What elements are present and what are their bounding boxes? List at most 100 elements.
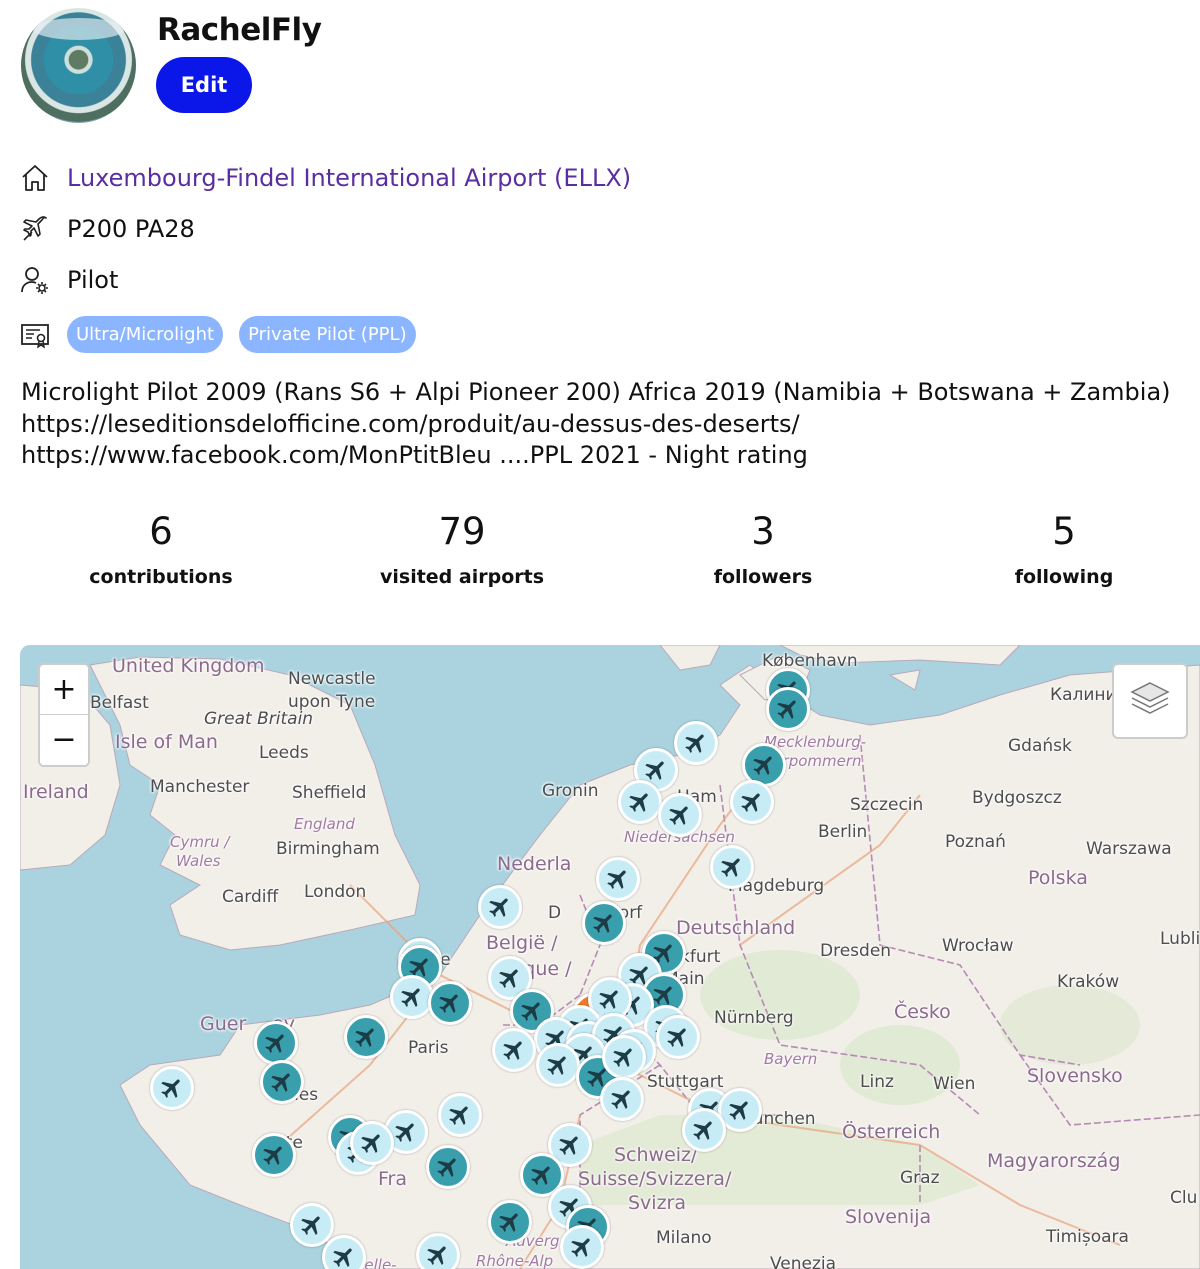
map-label: Wien (933, 1074, 976, 1094)
map-label: United Kingdom (112, 655, 265, 677)
stat-value: 3 (751, 510, 775, 553)
map-label: Newcastle (288, 669, 376, 689)
map-label: Slovensko (1027, 1065, 1123, 1087)
airport-marker[interactable] (260, 1060, 304, 1104)
stat-visited-airports[interactable]: 79 visited airports (312, 510, 612, 588)
airplane-icon (503, 1041, 522, 1060)
airplane-icon (721, 858, 740, 877)
stat-followers[interactable]: 3 followers (613, 510, 913, 588)
map-label: Slovenija (845, 1206, 932, 1228)
map-label: Belfast (90, 693, 149, 713)
home-airport-row: Luxembourg-Findel International Airport … (20, 163, 631, 193)
airplane-icon (613, 1048, 632, 1067)
airport-marker[interactable] (290, 1203, 334, 1247)
airplane-icon (301, 1216, 320, 1235)
stat-contributions[interactable]: 6 contributions (11, 510, 311, 588)
stat-value: 79 (438, 510, 486, 553)
map-label: Rhône-Alp (476, 1252, 554, 1269)
map-label: Magyarország (987, 1150, 1121, 1172)
zoom-out-button[interactable]: − (40, 715, 88, 765)
map-label: Nederla (497, 853, 572, 875)
airport-marker[interactable] (730, 780, 774, 824)
map-label: Berlin (818, 822, 868, 842)
zoom-in-button[interactable]: + (40, 665, 88, 715)
airport-marker[interactable] (150, 1066, 194, 1110)
airplane-icon (263, 1146, 282, 1165)
airport-marker[interactable] (344, 1015, 388, 1059)
airplane-icon (271, 1073, 290, 1092)
airport-map[interactable]: United Kingdom Belfast Newcastle upon Ty… (20, 645, 1200, 1269)
airplane-icon (265, 1034, 284, 1053)
airplane-icon (669, 806, 688, 825)
certificate-icon (20, 320, 50, 350)
airport-marker[interactable] (710, 845, 754, 889)
airport-marker[interactable] (618, 780, 662, 824)
map-label: Cardiff (222, 887, 279, 907)
airplane-icon (489, 898, 508, 917)
stat-label: visited airports (379, 566, 545, 588)
airport-marker[interactable] (252, 1133, 296, 1177)
airplane-icon (559, 1136, 578, 1155)
map-label: Schweiz/ (614, 1144, 698, 1166)
airplane-icon (449, 1106, 468, 1125)
stat-label: contributions (89, 566, 233, 588)
edit-button[interactable]: Edit (156, 57, 252, 113)
airport-marker[interactable] (596, 857, 640, 901)
airport-marker[interactable] (602, 1035, 646, 1079)
role-text: Pilot (67, 266, 119, 294)
map-label: Калини (1050, 685, 1117, 705)
zoom-control: + − (38, 663, 90, 767)
airport-marker[interactable] (658, 793, 702, 837)
stat-following[interactable]: 5 following (914, 510, 1200, 588)
license-tag-ultralight[interactable]: Ultra/Microlight (67, 316, 224, 353)
license-tag-ppl[interactable]: Private Pilot (PPL) (239, 316, 416, 353)
airplane-icon (607, 870, 626, 889)
role-row: Pilot (20, 265, 118, 295)
airport-marker[interactable] (428, 981, 472, 1025)
map-label: Svizra (628, 1192, 687, 1214)
airport-marker[interactable] (656, 1015, 700, 1059)
airplane-icon (401, 988, 420, 1007)
airport-marker[interactable] (426, 1145, 470, 1189)
map-label: Gdańsk (1008, 736, 1072, 756)
airport-marker[interactable] (600, 1077, 644, 1121)
layers-icon (1128, 679, 1172, 723)
airplane-icon (531, 1166, 550, 1185)
bio-text: Microlight Pilot 2009 (Rans S6 + Alpi Pi… (21, 378, 1171, 469)
airplane-icon (355, 1028, 374, 1047)
airplane-icon (693, 1121, 712, 1140)
airplane-icon (599, 990, 618, 1009)
airport-marker[interactable] (254, 1021, 298, 1065)
airport-marker[interactable] (488, 1200, 532, 1244)
map-label: Warszawa (1086, 839, 1172, 859)
airplane-icon (439, 994, 458, 1013)
map-label: Linz (860, 1072, 894, 1092)
airport-marker[interactable] (560, 1225, 604, 1269)
airport-marker[interactable] (350, 1121, 394, 1165)
airplane-icon (667, 1028, 686, 1047)
airport-marker[interactable] (766, 687, 810, 731)
airport-marker[interactable] (492, 1028, 536, 1072)
map-label: Suisse/Svizzera/ (578, 1168, 732, 1190)
map-label: Česko (894, 1001, 951, 1023)
map-label: Isle of Man (115, 731, 218, 753)
airport-marker[interactable] (416, 1233, 460, 1269)
airport-marker[interactable] (682, 1108, 726, 1152)
airport-marker[interactable] (390, 975, 434, 1019)
user-gear-icon (20, 265, 50, 295)
map-label: Birmingham (276, 839, 380, 859)
map-label: Cymru / (170, 833, 230, 851)
map-label: Deutschland (676, 917, 796, 939)
map-label: België / (486, 932, 558, 954)
airport-marker[interactable] (478, 885, 522, 929)
layers-button[interactable] (1112, 663, 1188, 739)
airport-marker[interactable] (674, 721, 718, 765)
map-label: Guer (200, 1013, 247, 1035)
home-airport-link[interactable]: Luxembourg-Findel International Airport … (67, 164, 631, 192)
airplane-icon (571, 1238, 590, 1257)
airport-marker[interactable] (536, 1043, 580, 1087)
airplane-icon (427, 1246, 446, 1265)
map-label: Nürnberg (714, 1008, 794, 1028)
airport-marker[interactable] (582, 901, 626, 945)
airport-marker[interactable] (438, 1093, 482, 1137)
